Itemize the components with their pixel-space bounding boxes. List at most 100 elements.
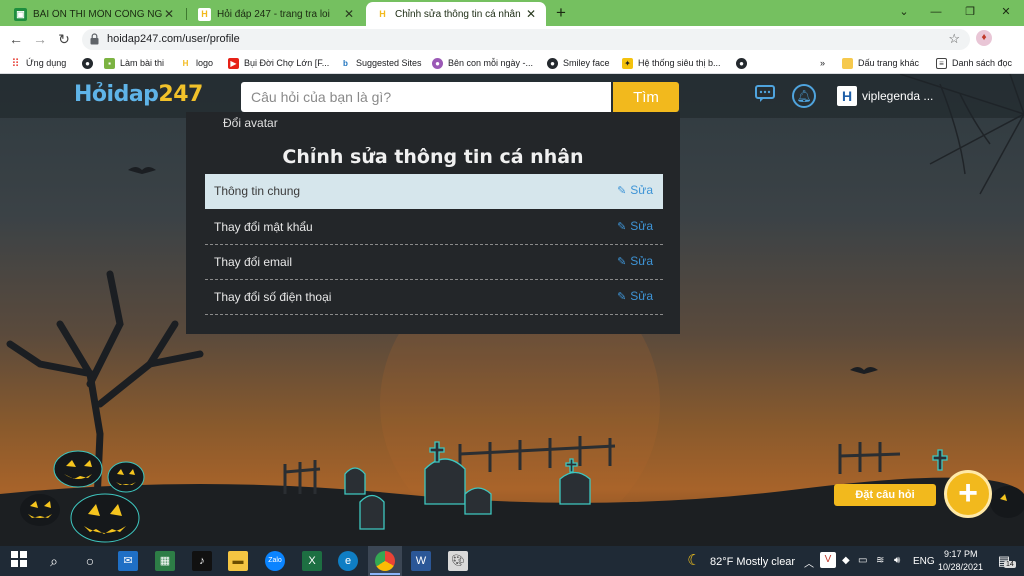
pencil-icon: ✎ [617,290,627,303]
row-general-info[interactable]: Thông tin chung ✎ Sửa [205,174,663,209]
logo-number: 247 [158,82,203,107]
close-icon[interactable]: ✕ [524,7,538,21]
site-logo[interactable]: Hỏidap247 [74,82,203,107]
language-indicator[interactable]: ENG [913,556,935,567]
url-field[interactable]: hoidap247.com/user/profile ☆ [82,29,970,50]
row-change-email[interactable]: Thay đổi email ✎ Sửa [205,245,663,280]
profile-avatar[interactable]: ♦ [976,30,992,46]
close-icon[interactable]: ✕ [162,7,176,21]
windows-taskbar [0,546,1024,576]
cortana-icon[interactable]: ○ [80,551,100,571]
bell-icon[interactable]: 🔔︎ [792,84,816,108]
excel-icon[interactable]: X [302,551,322,571]
new-tab-button[interactable]: + [552,3,570,23]
bookmarks-more: » [820,58,826,68]
edit-button[interactable]: ✎ Sửa [617,289,653,303]
bookmark-youtube[interactable]: ▶ Bụi Đời Chợ Lớn [F... [228,56,329,70]
bookmark-apps[interactable]: ⠿ Ứng dụng [10,56,66,70]
row-change-password[interactable]: Thay đổi mật khẩu ✎ Sửa [205,210,663,245]
wifi-icon[interactable]: ≋ [876,555,884,566]
battery-icon[interactable]: ▭ [858,555,867,566]
bookmark-label: Smiley face [563,58,610,68]
row-change-phone[interactable]: Thay đổi số điện thoại ✎ Sửa [205,280,663,315]
edit-button[interactable]: ✎ Sửa [617,219,653,233]
app-tray-icon[interactable]: ◆ [842,555,850,566]
tab-on-thi[interactable]: ▣ BÀI ÔN THI MÔN CÔNG NGHỆ ( ✕ [4,2,184,26]
bookmark-other[interactable]: Dấu trang khác [842,56,919,70]
clock-time[interactable]: 9:17 PM [944,549,978,559]
clock-date[interactable]: 10/28/2021 [938,562,983,572]
folder-icon [842,57,853,69]
hoidap-icon: H [198,7,211,21]
show-hidden-icons[interactable]: ︿ [804,555,814,570]
tab-bar: ▣ BÀI ÔN THI MÔN CÔNG NGHỆ ( ✕ H Hỏi đáp… [0,0,1024,26]
page-title: Chỉnh sửa thông tin cá nhân [282,146,584,168]
bookmark-logo[interactable]: H logo [180,56,213,70]
tab-hoidap-tra-loi[interactable]: H Hỏi đáp 247 - trang tra loi ✕ [188,2,364,26]
window-close-button[interactable]: ✕ [994,3,1018,21]
windows-start-icon[interactable] [9,551,29,571]
bookmark-label: Suggested Sites [356,58,422,68]
pencil-icon: ✎ [617,184,627,197]
bookmark-label: Làm bài thi [120,58,165,68]
minimize-button[interactable]: — [924,3,948,21]
user-avatar[interactable]: H [837,86,857,106]
url-text: hoidap247.com/user/profile [107,33,240,45]
page-icon: ▪ [104,57,115,69]
bookmarks-bar: ⠿ Ứng dụng ● ▪ Làm bài thi H logo ▶ Bụi … [0,52,1024,74]
address-bar: ← → ↻ hoidap247.com/user/profile ☆ ⋮ [0,26,1024,71]
edit-button[interactable]: ✎ Sửa [617,183,653,197]
back-icon[interactable]: ← [6,29,26,49]
edge-icon[interactable]: e [338,551,358,571]
tab-title: Hỏi đáp 247 - trang tra loi [217,8,330,20]
ask-question-button[interactable]: + [944,470,992,518]
row-label: Thay đổi email [214,255,293,269]
mail-icon[interactable]: ✉ [118,551,138,571]
edit-button[interactable]: ✎ Sửa [617,254,653,268]
close-icon[interactable]: ✕ [342,7,356,21]
tab-title: BÀI ÔN THI MÔN CÔNG NGHỆ ( [33,8,162,20]
chat-icon[interactable] [754,85,776,107]
hoidap-icon: H [180,57,191,69]
question-search-input[interactable] [241,82,611,112]
bookmark-github-2[interactable]: ● [736,56,752,70]
weather-text[interactable]: 82°F Mostly clear [710,556,795,568]
reading-list[interactable]: ≡ Danh sách đọc [936,56,1012,70]
tab-search-icon[interactable]: ⌄ [892,3,916,21]
star-icon[interactable]: ☆ [948,31,960,47]
bookmark-smiley-face[interactable]: ● Smiley face [547,56,610,70]
word-icon[interactable]: W [411,551,431,571]
pencil-icon: ✎ [617,255,627,268]
reload-icon[interactable]: ↻ [54,29,74,49]
tiktok-icon[interactable]: ♪ [192,551,212,571]
username[interactable]: viplegenda ... [862,89,933,103]
file-explorer-icon[interactable]: ▬ [228,551,248,571]
restore-button[interactable]: ❐ [958,3,982,21]
bookmark-suggested-sites[interactable]: b Suggested Sites [340,56,422,70]
lock-icon [90,33,99,45]
reading-list-icon: ≡ [936,57,947,69]
bookmark-github[interactable]: ● [82,56,98,70]
edit-label: Sửa [630,254,653,268]
site-icon: ● [432,57,443,69]
bookmark-ben-con[interactable]: ● Bên con mỗi ngày -... [432,56,533,70]
classroom-icon: ▣ [14,7,27,21]
bookmarks-overflow[interactable]: » [820,56,825,70]
calculator-icon[interactable]: ▦ [155,551,175,571]
forward-icon[interactable]: → [30,29,50,49]
bookmark-label: Hệ thống siêu thị b... [638,58,721,68]
chrome-icon[interactable] [375,551,395,571]
bookmark-lam-bai-thi[interactable]: ▪ Làm bài thi [104,56,164,70]
vietkey-icon[interactable]: V [820,552,836,568]
ask-question-label[interactable]: Đặt câu hỏi [834,484,936,506]
search-icon[interactable]: ⌕ [44,551,64,571]
bookmark-sieu-thi[interactable]: ✦ Hệ thống siêu thị b... [622,56,721,70]
paint-icon[interactable]: 🎨︎ [448,551,468,571]
bookmark-label: Dấu trang khác [858,58,920,68]
zalo-icon[interactable]: Zalo [265,551,285,571]
search-button[interactable]: Tìm [613,82,679,112]
tab-profile[interactable]: H Chỉnh sửa thông tin cá nhân ✕ [366,2,546,26]
volume-icon[interactable]: 🔊︎ [894,555,900,566]
change-avatar-link[interactable]: Đổi avatar [223,116,278,130]
bookmark-label: Danh sách đọc [952,58,1013,68]
